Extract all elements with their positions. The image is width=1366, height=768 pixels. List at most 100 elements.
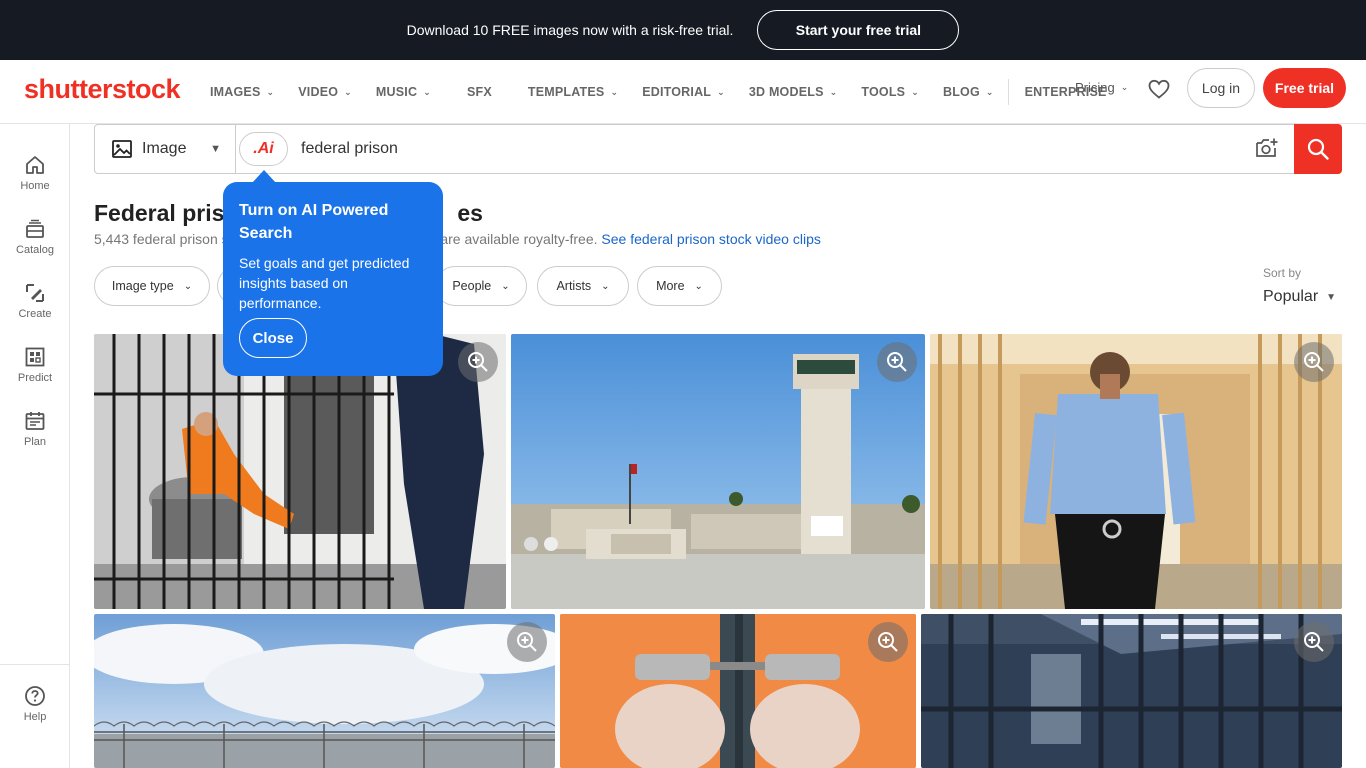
sidebar-item-plan[interactable]: Plan (0, 410, 70, 448)
tooltip-body: Set goals and get predicted insights bas… (239, 255, 410, 311)
image-icon (112, 140, 132, 158)
image-handcuffs (560, 614, 916, 768)
image-prison-fence (94, 614, 555, 768)
site-header: shutterstock IMAGES ⌄ VIDEO ⌄ MUSIC ⌄ SFX T… (0, 60, 1366, 124)
search-input[interactable] (301, 137, 1201, 161)
chevron-down-icon: ⌄ (601, 280, 610, 292)
filter-artists-label: Artists (556, 279, 592, 293)
ai-toggle-label: .Ai (253, 140, 274, 157)
filter-more[interactable]: More ⌄ (637, 266, 722, 306)
start-free-trial-button[interactable]: Start your free trial (757, 10, 960, 50)
results-count-start: 5,443 federal prison s (94, 231, 229, 247)
promo-banner: Download 10 FREE images now with a risk-… (0, 0, 1366, 60)
image-result-tile[interactable] (930, 334, 1342, 609)
zoom-icon[interactable] (868, 622, 908, 662)
results-subtitle: 5,443 federal prison s ns are available r… (94, 231, 821, 247)
chevron-down-icon: ⌄ (344, 86, 352, 97)
chevron-down-icon: ⌄ (717, 86, 725, 97)
sidebar-item-home[interactable]: Home (0, 154, 70, 192)
favorites-heart-icon[interactable] (1147, 77, 1171, 101)
media-type-label: Image (142, 140, 187, 157)
nav-templates-label: TEMPLATES (527, 85, 605, 99)
image-prison-cell (921, 614, 1342, 768)
chevron-down-icon: ⌄ (610, 86, 619, 97)
sidebar-home-label: Home (20, 180, 50, 192)
nav-tools[interactable]: TOOLS ⌄ (861, 85, 919, 99)
search-by-image-camera-icon[interactable] (1255, 137, 1279, 164)
image-result-tile[interactable] (921, 614, 1342, 768)
filter-people[interactable]: People ⌄ (435, 266, 527, 306)
home-icon (26, 156, 44, 174)
zoom-icon[interactable] (458, 342, 498, 382)
page-title-start: Federal pris (94, 200, 225, 226)
chevron-down-icon: ⌄ (423, 86, 431, 97)
tooltip-close-button[interactable]: Close (239, 318, 307, 358)
zoom-icon[interactable] (1294, 342, 1334, 382)
chevron-down-icon: ⌄ (694, 280, 703, 292)
ai-search-tooltip: Turn on AI Powered Search Set goals and … (223, 182, 443, 376)
caret-down-icon: ▼ (1326, 291, 1337, 303)
sidebar-catalog-label: Catalog (16, 244, 54, 256)
nav-3d-models[interactable]: 3D MODELS ⌄ (749, 85, 837, 99)
image-prison-guard (930, 334, 1342, 609)
nav-3d-models-label: 3D MODELS (748, 85, 824, 99)
search-bar: Image ▼ .Ai (94, 124, 1342, 174)
sidebar-help-label: Help (23, 711, 47, 723)
nav-music[interactable]: MUSIC ⌄ (376, 85, 431, 99)
sidebar-item-help[interactable]: Help (0, 685, 70, 723)
free-trial-button[interactable]: Free trial (1263, 68, 1346, 108)
filter-artists[interactable]: Artists ⌄ (537, 266, 629, 306)
nav-video[interactable]: VIDEO ⌄ (298, 85, 352, 99)
filter-people-label: People (452, 279, 492, 293)
chevron-down-icon: ⌄ (183, 280, 193, 292)
nav-sfx[interactable]: SFX (467, 85, 492, 99)
search-icon (1307, 138, 1329, 160)
tooltip-title: Turn on AI Powered Search (239, 202, 389, 242)
nav-blog-label: BLOG (942, 85, 980, 99)
search-submit-button[interactable] (1294, 124, 1342, 174)
zoom-icon[interactable] (507, 622, 547, 662)
image-result-tile[interactable] (94, 614, 555, 768)
filter-image-type-label: Image type (111, 279, 174, 293)
image-result-tile[interactable] (511, 334, 925, 609)
chevron-down-icon: ⌄ (911, 86, 919, 97)
help-icon (25, 686, 45, 706)
page-title-end: es (457, 200, 483, 226)
sidebar-item-predict[interactable]: Predict (0, 346, 70, 384)
sidebar-plan-label: Plan (23, 436, 47, 448)
plan-icon (25, 412, 45, 430)
create-icon (26, 284, 44, 302)
zoom-icon[interactable] (877, 342, 917, 382)
sidebar-item-catalog[interactable]: Catalog (0, 218, 70, 256)
sort-label: Sort by (1263, 266, 1302, 280)
nav-images[interactable]: IMAGES ⌄ (210, 85, 274, 99)
nav-editorial-label: EDITORIAL (642, 85, 712, 99)
sort-value-label: Popular (1263, 288, 1319, 305)
logo-text: shutterstock (24, 74, 181, 104)
chevron-down-icon: ⌄ (266, 86, 275, 97)
chevron-down-icon: ⌄ (985, 86, 994, 97)
filter-image-type[interactable]: Image type ⌄ (94, 266, 210, 306)
predict-icon (25, 347, 45, 367)
login-button[interactable]: Log in (1187, 68, 1255, 108)
nav-templates[interactable]: TEMPLATES ⌄ (528, 85, 618, 99)
pricing-menu[interactable]: Pricing ⌄ (1075, 80, 1128, 95)
pricing-label: Pricing (1075, 80, 1115, 95)
chevron-down-icon: ⌄ (829, 86, 838, 97)
catalog-icon (26, 219, 44, 238)
sidebar-help-section: Help (0, 664, 70, 768)
sort-select[interactable]: Popular ▼ (1263, 288, 1336, 306)
zoom-icon[interactable] (1294, 622, 1334, 662)
image-result-tile[interactable] (560, 614, 916, 768)
media-type-select[interactable]: Image ▼ (95, 125, 236, 173)
nav-music-label: MUSIC (375, 85, 418, 99)
sidebar-item-create[interactable]: Create (0, 282, 70, 320)
chevron-down-icon: ⌄ (1120, 82, 1129, 92)
nav-images-label: IMAGES (210, 85, 261, 99)
ai-search-toggle[interactable]: .Ai (239, 132, 288, 166)
video-clips-link[interactable]: See federal prison stock video clips (601, 231, 820, 247)
shutterstock-logo[interactable]: shutterstock (24, 74, 181, 105)
nav-blog[interactable]: BLOG ⌄ (943, 85, 994, 99)
left-sidebar: Home Catalog Create Predict Plan Help (0, 124, 70, 768)
nav-editorial[interactable]: EDITORIAL ⌄ (642, 85, 725, 99)
